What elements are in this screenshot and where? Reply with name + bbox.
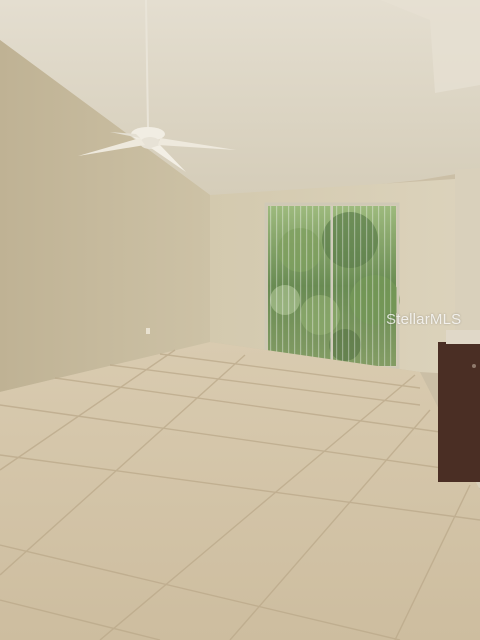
kitchen-cabinet — [438, 330, 480, 482]
sliding-door-icon — [264, 202, 400, 370]
watermark-text: StellarMLS — [386, 311, 462, 328]
wall-outlet — [146, 328, 150, 334]
room-photo: StellarMLS — [0, 0, 480, 640]
